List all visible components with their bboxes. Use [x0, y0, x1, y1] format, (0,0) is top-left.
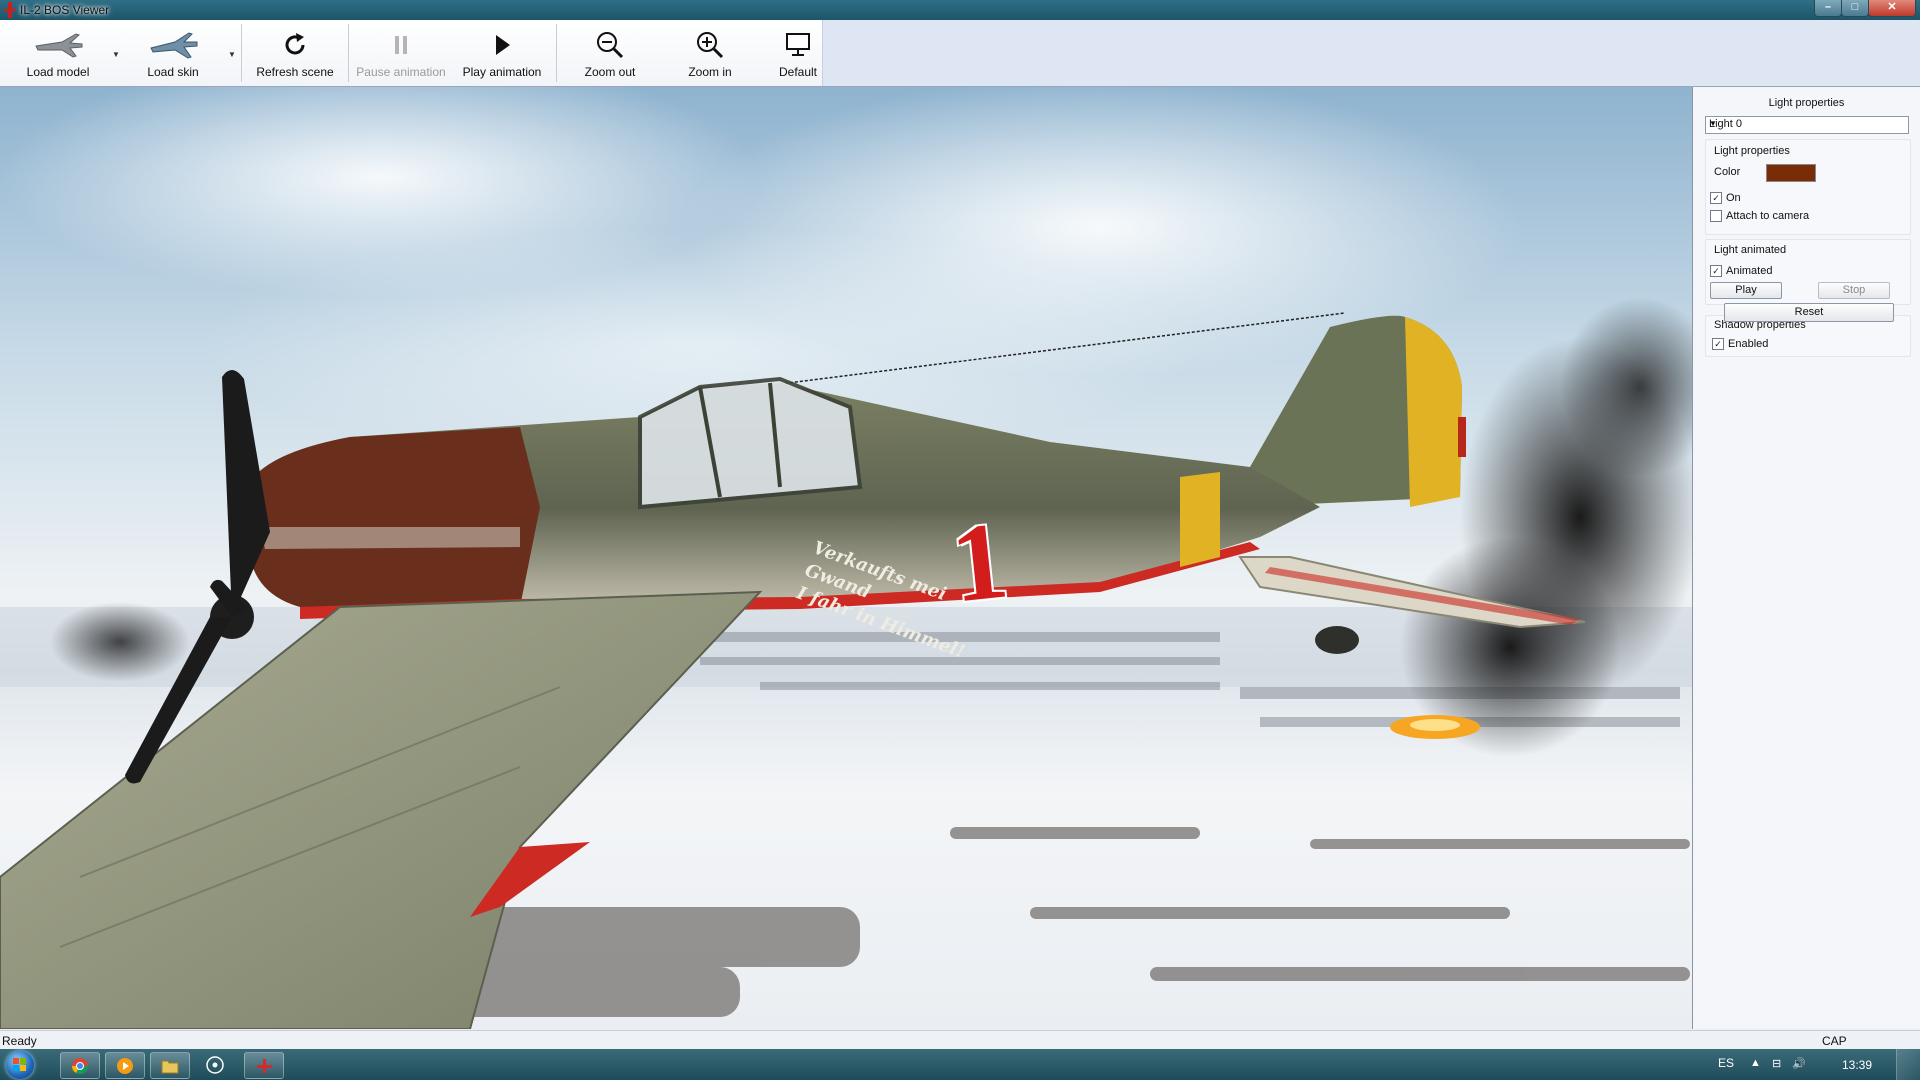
load-skin-button[interactable]: Load skin [128, 24, 218, 84]
zoom-in-button[interactable]: Zoom in [666, 24, 754, 84]
on-checkbox[interactable]: ✓ [1710, 192, 1722, 204]
show-desktop-button[interactable] [1896, 1049, 1920, 1080]
clock[interactable]: 13:39 [1842, 1058, 1872, 1072]
chrome-icon [71, 1057, 89, 1074]
refresh-icon [285, 33, 305, 55]
monitor-icon [786, 33, 810, 56]
light-select[interactable]: Light 0 ▼ [1705, 116, 1909, 134]
show-hidden-icons-icon[interactable]: ▲ [1750, 1057, 1761, 1069]
taskbar-media-player[interactable] [105, 1052, 145, 1079]
shadow-enabled-checkbox[interactable]: ✓ [1712, 338, 1724, 350]
maximize-button[interactable]: □ [1841, 0, 1869, 17]
windows-logo-icon [13, 1058, 26, 1071]
taskbar: ES ▲ ⊟ 🔊 13:39 [0, 1049, 1920, 1080]
language-indicator[interactable]: ES [1718, 1056, 1734, 1070]
network-icon[interactable]: ⊟ [1772, 1057, 1781, 1070]
stop-button[interactable]: Stop [1818, 282, 1890, 299]
taskbar-steam[interactable] [206, 1056, 224, 1077]
il2-app-icon [257, 1058, 272, 1073]
animated-checkbox[interactable]: ✓ [1710, 265, 1722, 277]
folder-icon [161, 1060, 179, 1073]
chevron-down-icon: ▼ [1709, 119, 1717, 128]
media-player-icon [117, 1057, 133, 1074]
load-model-dropdown-icon[interactable]: ▼ [112, 50, 120, 59]
reset-button[interactable]: Reset [1724, 303, 1894, 322]
light-properties-panel: Light properties Light 0 ▼ Light propert… [1693, 87, 1920, 1029]
taskbar-il2-viewer[interactable] [244, 1052, 284, 1079]
play-icon [496, 35, 510, 55]
volume-icon[interactable]: 🔊 [1792, 1057, 1806, 1070]
3d-viewport[interactable]: 1 Verkaufts mei Gwand I fahr in Himmel! [0, 87, 1693, 1029]
airplane-icon [35, 33, 83, 58]
panel-title: Light properties [1768, 97, 1845, 109]
steam-icon [206, 1056, 224, 1074]
light-color-swatch[interactable] [1766, 164, 1816, 182]
toolbar: Load model ▼ Load skin ▼ Refresh scene P… [0, 20, 1920, 87]
airplane-skin-icon [150, 32, 198, 59]
close-button[interactable]: ✕ [1868, 0, 1916, 17]
title-bar: IL-2 BOS Viewer – □ ✕ [0, 0, 1920, 20]
pause-icon [395, 36, 407, 54]
light-animated-group: Light animated ✓ Animated Play Stop [1705, 239, 1911, 305]
pause-animation-button[interactable]: Pause animation [352, 24, 450, 84]
default-view-button[interactable]: Default [768, 24, 828, 84]
minimize-button[interactable]: – [1814, 0, 1842, 17]
load-model-button[interactable]: Load model [14, 24, 102, 84]
window-title: IL-2 BOS Viewer [20, 3, 110, 17]
caps-lock-indicator: CAP [1822, 1034, 1847, 1048]
play-animation-button[interactable]: Play animation [454, 24, 550, 84]
light-properties-group: Light properties Color ✓ On Attach to ca… [1705, 139, 1911, 235]
zoom-out-icon [597, 32, 624, 59]
status-bar: Ready CAP [0, 1030, 1920, 1050]
taskbar-explorer[interactable] [150, 1052, 190, 1079]
play-button[interactable]: Play [1710, 282, 1782, 299]
zoom-out-button[interactable]: Zoom out [566, 24, 654, 84]
load-skin-dropdown-icon[interactable]: ▼ [228, 50, 236, 59]
attach-to-camera-checkbox[interactable] [1710, 210, 1722, 222]
status-text: Ready [2, 1034, 37, 1048]
taskbar-chrome[interactable] [60, 1052, 100, 1079]
zoom-in-icon [697, 32, 724, 59]
refresh-scene-button[interactable]: Refresh scene [250, 24, 340, 84]
